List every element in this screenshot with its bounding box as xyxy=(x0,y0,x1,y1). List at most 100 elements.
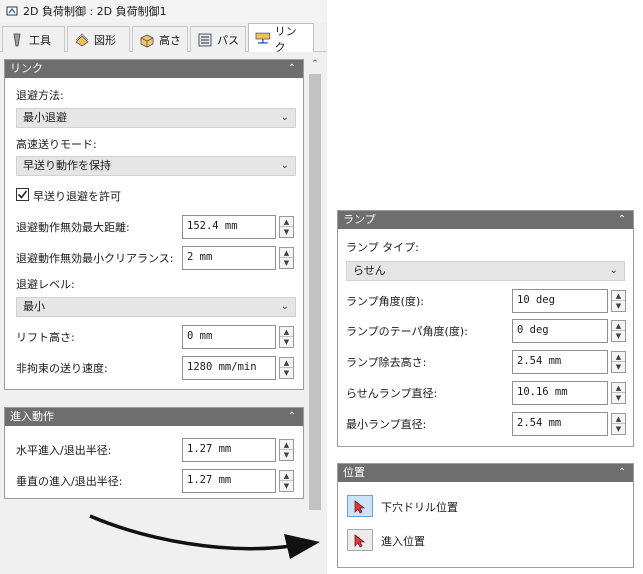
max-stay-down-distance-input[interactable]: 152.4 mm xyxy=(182,215,276,239)
scroll-up-arrow-icon[interactable]: ⌃ xyxy=(307,56,323,72)
lift-height-label: リフト高さ: xyxy=(16,331,75,344)
ramp-panel: ランプ ⌃ ランプ タイプ: らせん ⌄ ランプ角度(度): 10 deg ▲ … xyxy=(337,210,634,447)
panel-title: ランプ xyxy=(343,213,376,226)
spin-down-button[interactable]: ▼ xyxy=(612,424,625,434)
collapse-icon[interactable]: ⌃ xyxy=(616,211,628,229)
horizontal-radius-input[interactable]: 1.27 mm xyxy=(182,438,276,462)
collapse-icon[interactable]: ⌃ xyxy=(286,60,298,78)
panel-header[interactable]: リンク ⌃ xyxy=(5,60,303,78)
spin-down-button[interactable]: ▼ xyxy=(612,331,625,341)
vertical-scrollbar[interactable]: ⌃ xyxy=(307,56,323,512)
dropdown-value: 早送り動作を保持 xyxy=(23,159,111,172)
spin-down-button[interactable]: ▼ xyxy=(280,368,293,378)
spin-up-button[interactable]: ▲ xyxy=(612,321,625,331)
spin-up-button[interactable]: ▲ xyxy=(280,471,293,481)
ramp-angle-input[interactable]: 10 deg xyxy=(512,289,608,313)
predrill-position-label: 下穴ドリル位置 xyxy=(381,501,458,514)
ramp-clearance-stepper: 2.54 mm ▲ ▼ xyxy=(512,350,626,374)
cursor-arrow-icon xyxy=(354,500,366,514)
spin-down-button[interactable]: ▼ xyxy=(280,450,293,460)
allow-rapid-retract-label: 早送り退避を許可 xyxy=(33,190,121,203)
spin-buttons: ▲ ▼ xyxy=(611,351,626,373)
tab-passes[interactable]: パス xyxy=(190,26,246,52)
link-panel: リンク ⌃ 退避方法: 最小退避 ⌄ 高速送りモード: 早送り動作を保持 ⌄ 早… xyxy=(4,59,304,390)
tab-strip: 工具 図形 高さ パス リンク xyxy=(0,22,327,54)
spin-up-button[interactable]: ▲ xyxy=(280,248,293,258)
tab-label: 高さ xyxy=(159,33,181,47)
spin-up-button[interactable]: ▲ xyxy=(280,440,293,450)
chevron-down-icon: ⌄ xyxy=(280,160,289,171)
panel-title: 進入動作 xyxy=(10,410,54,423)
spin-up-button[interactable]: ▲ xyxy=(280,217,293,227)
tab-label: リンク xyxy=(274,24,297,54)
spin-buttons: ▲ ▼ xyxy=(279,216,294,238)
spin-down-button[interactable]: ▼ xyxy=(612,301,625,311)
spin-up-button[interactable]: ▲ xyxy=(612,383,625,393)
panel-header[interactable]: 位置 ⌃ xyxy=(338,464,633,482)
callout-arrow-icon xyxy=(89,514,320,559)
spin-down-button[interactable]: ▼ xyxy=(612,362,625,372)
ramp-type-dropdown[interactable]: らせん ⌄ xyxy=(346,261,625,281)
vertical-radius-stepper: 1.27 mm ▲ ▼ xyxy=(182,469,294,493)
spin-down-button[interactable]: ▼ xyxy=(280,227,293,237)
spin-down-button[interactable]: ▼ xyxy=(280,481,293,491)
lift-height-stepper: 0 mm ▲ ▼ xyxy=(182,325,294,349)
ramp-clearance-input[interactable]: 2.54 mm xyxy=(512,350,608,374)
spin-up-button[interactable]: ▲ xyxy=(280,327,293,337)
collapse-icon[interactable]: ⌃ xyxy=(616,464,628,482)
spin-up-button[interactable]: ▲ xyxy=(612,291,625,301)
spin-up-button[interactable]: ▲ xyxy=(612,352,625,362)
scrollbar-thumb[interactable] xyxy=(309,74,321,510)
allow-rapid-retract-checkbox[interactable] xyxy=(16,188,29,201)
chevron-down-icon: ⌄ xyxy=(280,301,289,312)
vertical-radius-label: 垂直の進入/退出半径: xyxy=(16,475,123,488)
window-titlebar: 2D 負荷制御 : 2D 負荷制御1 xyxy=(0,0,327,22)
unconstrained-feed-input[interactable]: 1280 mm/min xyxy=(182,356,276,380)
height-icon xyxy=(140,34,154,47)
panel-header[interactable]: 進入動作 ⌃ xyxy=(5,408,303,426)
ramp-type-label: ランプ タイプ: xyxy=(346,241,419,254)
vertical-radius-input[interactable]: 1.27 mm xyxy=(182,469,276,493)
spin-up-button[interactable]: ▲ xyxy=(280,358,293,368)
passes-icon xyxy=(198,33,212,46)
collapse-icon[interactable]: ⌃ xyxy=(286,408,298,426)
retract-method-dropdown[interactable]: 最小退避 ⌄ xyxy=(16,108,296,128)
spin-down-button[interactable]: ▼ xyxy=(280,258,293,268)
tab-heights[interactable]: 高さ xyxy=(132,26,188,52)
retract-method-label: 退避方法: xyxy=(16,89,64,102)
min-stay-down-clearance-stepper: 2 mm ▲ ▼ xyxy=(182,246,294,270)
ramp-angle-label: ランプ角度(度): xyxy=(346,295,424,308)
ramp-taper-stepper: 0 deg ▲ ▼ xyxy=(512,319,626,343)
ramp-taper-label: ランプのテーパ角度(度): xyxy=(346,325,468,338)
panel-header[interactable]: ランプ ⌃ xyxy=(338,211,633,229)
tab-linking[interactable]: リンク xyxy=(248,23,314,54)
spin-down-button[interactable]: ▼ xyxy=(280,337,293,347)
rapid-feed-mode-label: 高速送りモード: xyxy=(16,138,97,151)
helix-diameter-stepper: 10.16 mm ▲ ▼ xyxy=(512,381,626,405)
spin-buttons: ▲ ▼ xyxy=(279,247,294,269)
retract-level-dropdown[interactable]: 最小 ⌄ xyxy=(16,297,296,317)
entry-panel: 進入動作 ⌃ 水平進入/退出半径: 1.27 mm ▲ ▼ 垂直の進入/退出半径… xyxy=(4,407,304,499)
spin-buttons: ▲ ▼ xyxy=(279,470,294,492)
cam-properties-window: 2D 負荷制御 : 2D 負荷制御1 工具 図形 高さ パス リンク リンク ⌃ xyxy=(0,0,327,574)
ramp-angle-stepper: 10 deg ▲ ▼ xyxy=(512,289,626,313)
spin-up-button[interactable]: ▲ xyxy=(612,414,625,424)
min-ramp-diameter-stepper: 2.54 mm ▲ ▼ xyxy=(512,412,626,436)
lift-height-input[interactable]: 0 mm xyxy=(182,325,276,349)
panel-title: リンク xyxy=(10,62,43,75)
rapid-feed-mode-dropdown[interactable]: 早送り動作を保持 ⌄ xyxy=(16,156,296,176)
tab-label: 図形 xyxy=(94,33,116,47)
predrill-position-button[interactable] xyxy=(347,495,373,517)
min-stay-down-clearance-label: 退避動作無効最小クリアランス: xyxy=(16,252,174,265)
tab-tool[interactable]: 工具 xyxy=(2,26,65,52)
tab-geometry[interactable]: 図形 xyxy=(67,26,130,52)
spin-down-button[interactable]: ▼ xyxy=(612,393,625,403)
entry-position-button[interactable] xyxy=(347,529,373,551)
ramp-taper-input[interactable]: 0 deg xyxy=(512,319,608,343)
unconstrained-feed-label: 非拘束の送り速度: xyxy=(16,362,108,375)
min-stay-down-clearance-input[interactable]: 2 mm xyxy=(182,246,276,270)
min-ramp-diameter-input[interactable]: 2.54 mm xyxy=(512,412,608,436)
helix-diameter-input[interactable]: 10.16 mm xyxy=(512,381,608,405)
chevron-down-icon: ⌄ xyxy=(609,265,618,276)
ramp-clearance-label: ランプ除去高さ: xyxy=(346,356,427,369)
